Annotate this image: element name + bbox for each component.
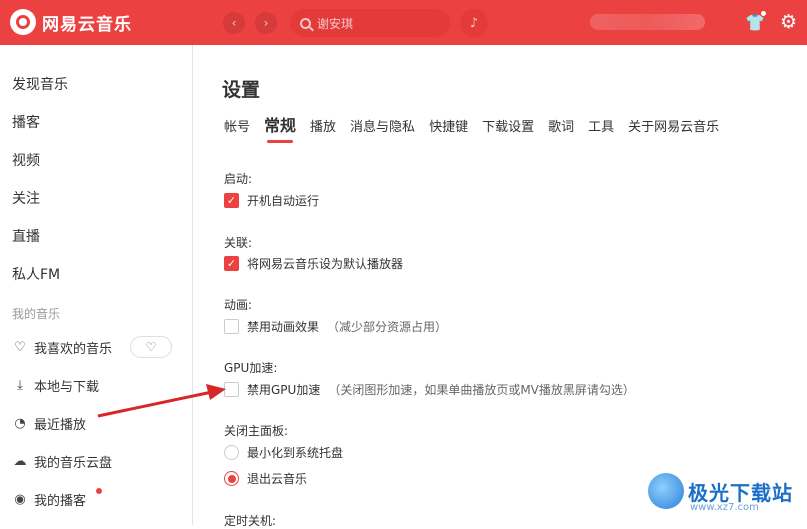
sidebar-item-discover[interactable]: 发现音乐 (12, 74, 68, 94)
search-input[interactable]: 谢安琪 (290, 9, 450, 37)
disable-animation-option[interactable]: 禁用动画效果 （减少部分资源占用） (224, 318, 447, 335)
disable-animation-text: 禁用动画效果 (247, 320, 320, 334)
sidebar-item-cloud-disk[interactable]: ☁ 我的音乐云盘 (12, 452, 113, 471)
disable-gpu-checkbox[interactable] (224, 382, 239, 397)
title-bar: 网易云音乐 ‹ › 谢安琪 ♪ 👕 ⚙ (0, 0, 807, 45)
app-logo[interactable]: 网易云音乐 (10, 9, 132, 35)
sidebar-item-label: 本地与下载 (34, 380, 100, 395)
tab-tools[interactable]: 工具 (588, 119, 614, 137)
animation-label: 动画: (224, 298, 253, 312)
heart-mode-button[interactable]: ♡ (130, 336, 172, 358)
tab-about[interactable]: 关于网易云音乐 (628, 119, 719, 137)
disable-animation-checkbox[interactable] (224, 319, 239, 334)
sidebar-item-podcast[interactable]: 播客 (12, 112, 40, 132)
default-player-option[interactable]: ✓ 将网易云音乐设为默认播放器 (224, 255, 403, 272)
sidebar-item-label: 最近播放 (34, 418, 87, 433)
tab-messages-privacy[interactable]: 消息与隐私 (350, 119, 415, 137)
clock-icon: ◔ (14, 416, 26, 431)
settings-gear-icon[interactable]: ⚙ (780, 11, 797, 33)
sidebar-item-follow[interactable]: 关注 (12, 188, 40, 208)
auto-start-checkbox[interactable]: ✓ (224, 193, 239, 208)
minimize-to-tray-radio[interactable] (224, 445, 239, 460)
heart-icon: ♡ (14, 340, 26, 355)
sidebar-item-live[interactable]: 直播 (12, 226, 40, 246)
tab-lyrics[interactable]: 歌词 (548, 119, 574, 137)
gpu-label: GPU加速: (224, 361, 278, 375)
tab-shortcuts[interactable]: 快捷键 (429, 119, 468, 137)
forward-button[interactable]: › (255, 12, 277, 34)
disable-gpu-note: （关闭图形加速，如果单曲播放页或MV播放黑屏请勾选） (328, 383, 635, 397)
auto-start-text: 开机自动运行 (247, 194, 320, 208)
back-button[interactable]: ‹ (223, 12, 245, 34)
netease-music-logo-icon (10, 9, 36, 35)
default-player-checkbox[interactable]: ✓ (224, 256, 239, 271)
tab-account[interactable]: 帐号 (224, 119, 250, 137)
close-panel-label: 关闭主面板: (224, 424, 289, 438)
sidebar-item-my-podcast[interactable]: ◉ 我的播客 (12, 490, 86, 509)
exit-app-radio[interactable] (224, 471, 239, 486)
cloud-icon: ☁ (13, 454, 27, 469)
exit-app-text: 退出云音乐 (247, 472, 308, 486)
sidebar-item-video[interactable]: 视频 (12, 150, 40, 170)
watermark-url: www.xz7.com (690, 502, 759, 513)
tab-download-settings[interactable]: 下载设置 (482, 119, 534, 137)
default-player-text: 将网易云音乐设为默认播放器 (247, 257, 404, 271)
timer-shutdown-label: 定时关机: (224, 514, 277, 528)
watermark-logo-icon (648, 473, 684, 509)
sidebar-item-recent-play[interactable]: ◔ 最近播放 (12, 414, 86, 433)
minimize-to-tray-text: 最小化到系统托盘 (247, 446, 344, 460)
disable-animation-note: （减少部分资源占用） (327, 320, 448, 334)
minimize-to-tray-option[interactable]: 最小化到系统托盘 (224, 444, 343, 461)
page-title: 设置 (222, 79, 261, 101)
auto-start-option[interactable]: ✓ 开机自动运行 (224, 192, 319, 209)
search-icon (300, 17, 311, 29)
disable-gpu-text: 禁用GPU加速 (247, 383, 321, 397)
podcast-notification-dot (96, 488, 102, 494)
association-label: 关联: (224, 236, 253, 250)
sidebar-item-label: 我的播客 (34, 494, 87, 509)
sidebar-item-liked-music[interactable]: ♡ 我喜欢的音乐 (12, 338, 112, 357)
podcast-icon: ◉ (14, 492, 26, 507)
sidebar-item-personal-fm[interactable]: 私人FM (12, 264, 60, 284)
search-placeholder: 谢安琪 (317, 16, 354, 31)
sidebar-item-label: 我喜欢的音乐 (34, 342, 113, 357)
disable-gpu-option[interactable]: 禁用GPU加速 （关闭图形加速，如果单曲播放页或MV播放黑屏请勾选） (224, 381, 635, 398)
sidebar-item-label: 我的音乐云盘 (34, 456, 113, 471)
settings-panel: 设置 帐号 常规 播放 消息与隐私 快捷键 下载设置 歌词 工具 关于网易云音乐… (194, 45, 807, 528)
sidebar-item-local-download[interactable]: ⤓ 本地与下载 (12, 376, 99, 395)
sidebar-section-my-music: 我的音乐 (12, 307, 61, 321)
download-icon: ⤓ (17, 378, 23, 393)
skin-notification-dot (761, 11, 766, 16)
tab-general[interactable]: 常规 (264, 117, 296, 143)
app-name: 网易云音乐 (42, 14, 132, 35)
sidebar: 发现音乐 播客 视频 关注 直播 私人FM 我的音乐 ♡ 我喜欢的音乐 ♡ ⤓ … (0, 45, 193, 525)
user-info-blurred[interactable] (590, 14, 705, 30)
startup-label: 启动: (224, 172, 253, 186)
voice-search-icon[interactable]: ♪ (460, 9, 488, 37)
exit-app-option[interactable]: 退出云音乐 (224, 470, 307, 487)
tab-playback[interactable]: 播放 (310, 119, 336, 137)
settings-tabs: 帐号 常规 播放 消息与隐私 快捷键 下载设置 歌词 工具 关于网易云音乐 (224, 117, 733, 143)
